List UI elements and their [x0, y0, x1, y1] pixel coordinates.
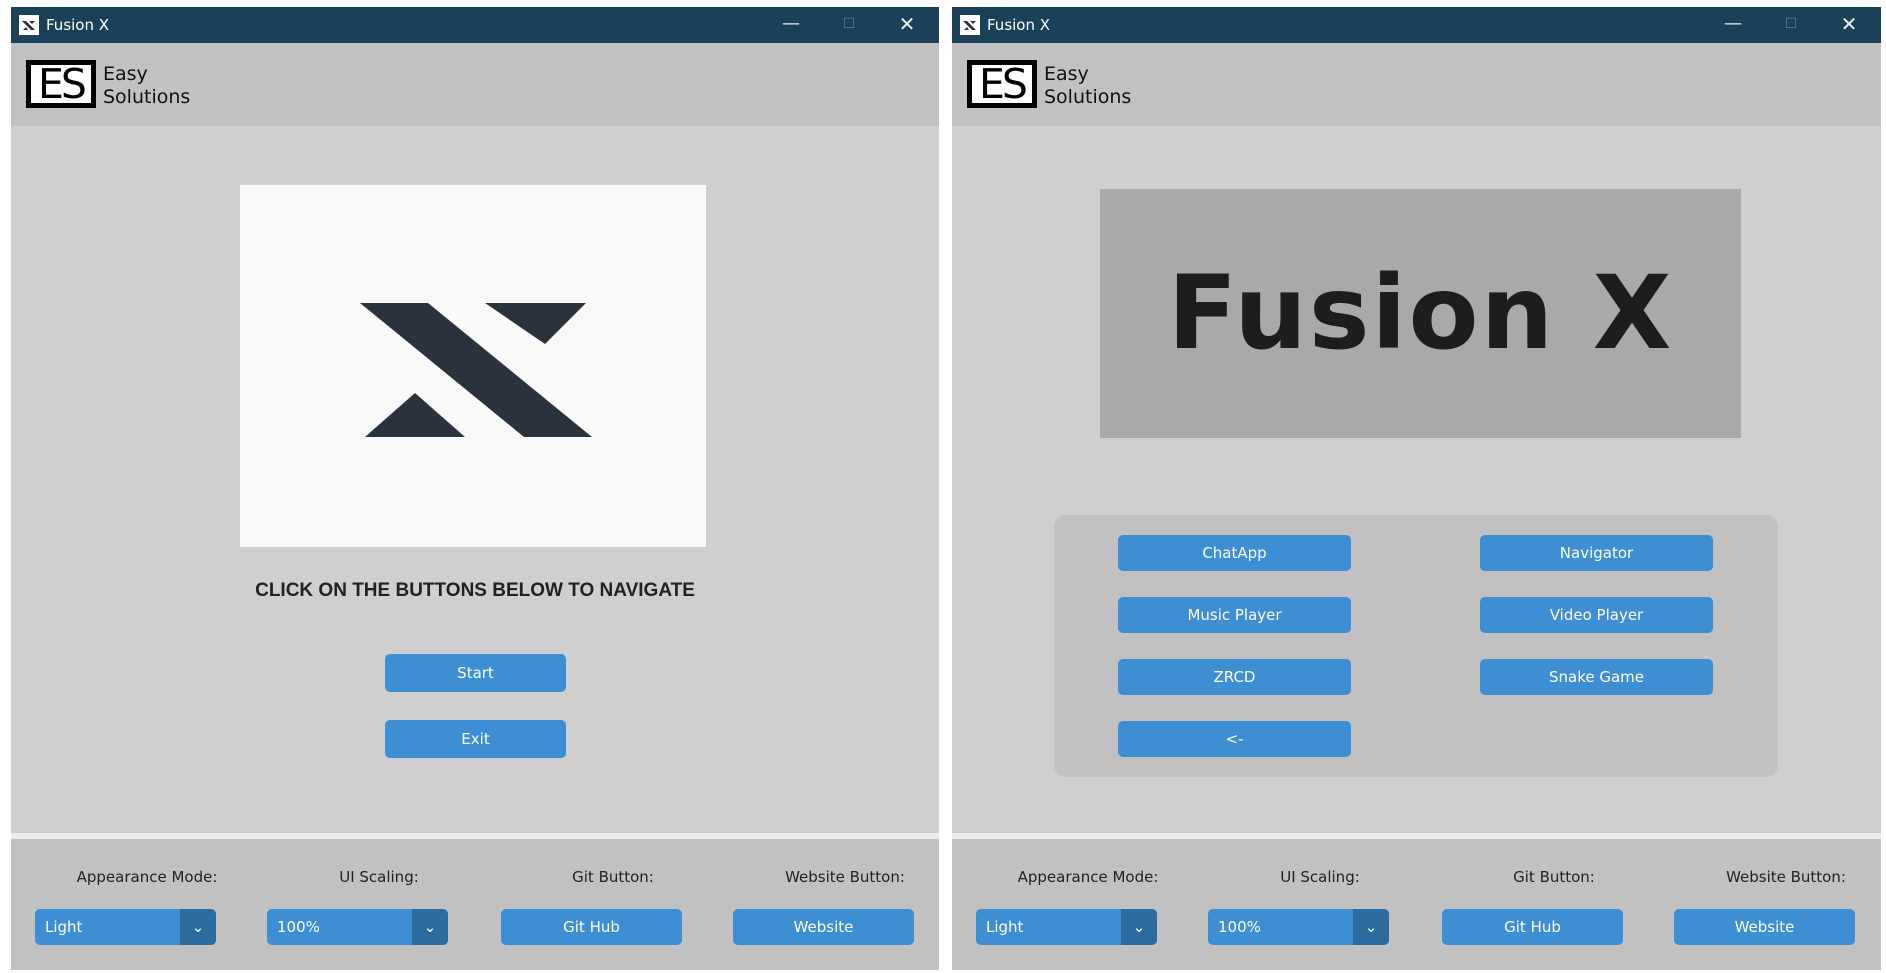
- git-hub-button[interactable]: Git Hub: [501, 909, 682, 945]
- brand-name: Easy Solutions: [103, 63, 190, 109]
- app-header: ES Easy Solutions: [952, 43, 1881, 126]
- navigator-button[interactable]: Navigator: [1480, 535, 1713, 571]
- snake-game-button[interactable]: Snake Game: [1480, 659, 1713, 695]
- chevron-down-icon[interactable]: ⌄: [180, 909, 216, 945]
- ui-scaling-value: 100%: [277, 918, 320, 936]
- fusion-x-logo-panel: [240, 185, 706, 547]
- navigation-panel: ChatApp Navigator Music Player Video Pla…: [1054, 515, 1778, 777]
- es-logo: ES: [26, 60, 96, 108]
- banner-title: Fusion X: [1167, 254, 1674, 373]
- website-button[interactable]: Website: [733, 909, 914, 945]
- app-header: ES Easy Solutions: [11, 43, 939, 126]
- fusion-x-logo-icon: [960, 15, 980, 35]
- minimize-icon[interactable]: —: [1705, 7, 1761, 43]
- chevron-down-icon[interactable]: ⌄: [412, 909, 448, 945]
- ui-scaling-label: UI Scaling:: [1280, 868, 1360, 886]
- website-button-label: Website Button:: [1726, 868, 1846, 886]
- start-button[interactable]: Start: [385, 654, 566, 692]
- chatapp-button[interactable]: ChatApp: [1118, 535, 1351, 571]
- ui-scaling-dropdown[interactable]: 100% ⌄: [267, 909, 448, 945]
- appearance-mode-dropdown[interactable]: Light ⌄: [35, 909, 216, 945]
- ui-scaling-label: UI Scaling:: [339, 868, 419, 886]
- website-button-label: Website Button:: [785, 868, 905, 886]
- appearance-mode-label: Appearance Mode:: [1017, 868, 1159, 886]
- es-logo: ES: [967, 60, 1037, 108]
- logo-letters: ES: [972, 64, 1032, 105]
- settings-footer: Appearance Mode: UI Scaling: Git Button:…: [952, 839, 1881, 970]
- window-menu: Fusion X — ☐ ✕ ES Easy Solutions Fusion …: [952, 7, 1881, 970]
- appearance-mode-label: Appearance Mode:: [76, 868, 218, 886]
- back-button[interactable]: <-: [1118, 721, 1351, 757]
- chevron-down-icon[interactable]: ⌄: [1121, 909, 1157, 945]
- brand-line-1: Easy: [1044, 63, 1089, 85]
- settings-footer: Appearance Mode: UI Scaling: Git Button:…: [11, 839, 939, 970]
- maximize-icon[interactable]: ☐: [1763, 7, 1819, 43]
- title-bar[interactable]: Fusion X — ☐ ✕: [11, 7, 939, 43]
- zrcd-button[interactable]: ZRCD: [1118, 659, 1351, 695]
- close-icon[interactable]: ✕: [1821, 7, 1877, 43]
- video-player-button[interactable]: Video Player: [1480, 597, 1713, 633]
- ui-scaling-value: 100%: [1218, 918, 1261, 936]
- chevron-down-icon[interactable]: ⌄: [1353, 909, 1389, 945]
- title-bar[interactable]: Fusion X — ☐ ✕: [952, 7, 1881, 43]
- window-title: Fusion X: [987, 16, 1051, 34]
- music-player-button[interactable]: Music Player: [1118, 597, 1351, 633]
- exit-button[interactable]: Exit: [385, 720, 566, 758]
- instruction-text: CLICK ON THE BUTTONS BELOW TO NAVIGATE: [255, 580, 695, 601]
- appearance-mode-dropdown[interactable]: Light ⌄: [976, 909, 1157, 945]
- window-home: Fusion X — ☐ ✕ ES Easy Solutions CLICK O…: [11, 7, 939, 970]
- logo-letters: ES: [31, 64, 91, 105]
- minimize-icon[interactable]: —: [763, 7, 819, 43]
- close-icon[interactable]: ✕: [879, 7, 935, 43]
- fusion-x-logo-icon: [360, 303, 592, 437]
- brand-line-1: Easy: [103, 63, 148, 85]
- git-button-label: Git Button:: [1513, 868, 1595, 886]
- window-title: Fusion X: [46, 16, 110, 34]
- git-hub-button[interactable]: Git Hub: [1442, 909, 1623, 945]
- fusion-x-banner: Fusion X: [1100, 189, 1741, 438]
- brand-line-2: Solutions: [103, 86, 191, 108]
- website-button[interactable]: Website: [1674, 909, 1855, 945]
- ui-scaling-dropdown[interactable]: 100% ⌄: [1208, 909, 1389, 945]
- appearance-mode-value: Light: [986, 918, 1024, 936]
- brand-name: Easy Solutions: [1044, 63, 1131, 109]
- maximize-icon[interactable]: ☐: [821, 7, 877, 43]
- fusion-x-logo-icon: [19, 15, 39, 35]
- appearance-mode-value: Light: [45, 918, 83, 936]
- brand-line-2: Solutions: [1044, 86, 1132, 108]
- git-button-label: Git Button:: [572, 868, 654, 886]
